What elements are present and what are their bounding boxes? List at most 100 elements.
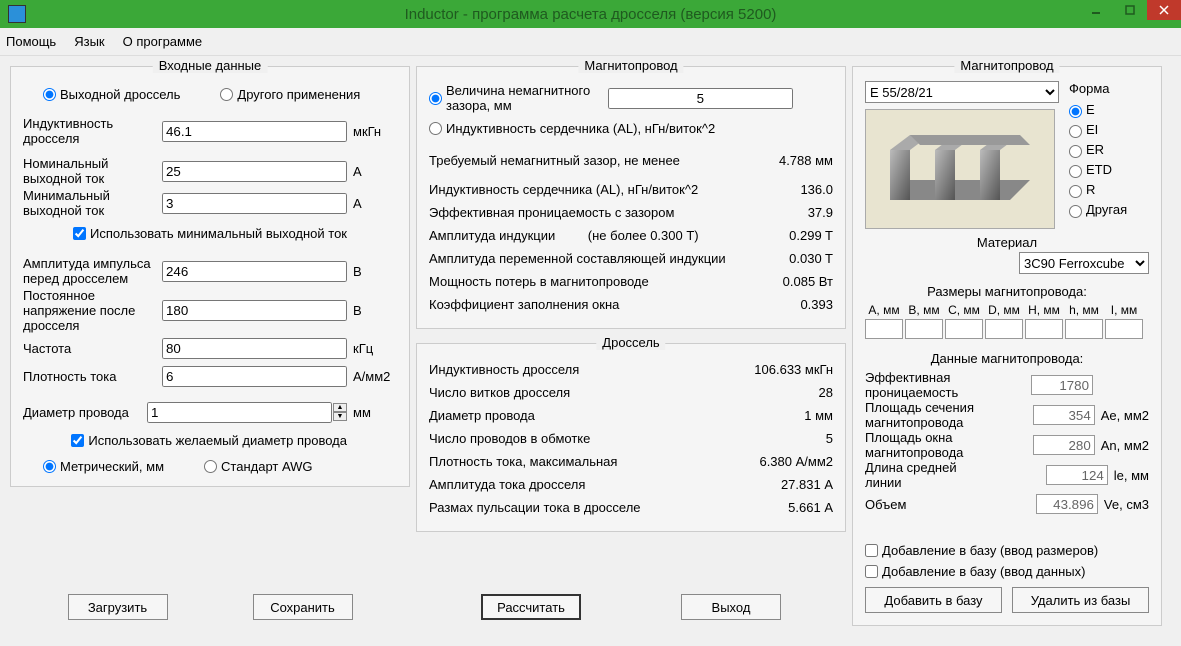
dim-c[interactable] [945,319,983,339]
jmax-value: 6.380 А/мм2 [759,454,833,469]
dim-d[interactable] [985,319,1023,339]
radio-metric[interactable]: Метрический, мм [43,459,164,474]
dim-i[interactable] [1105,319,1143,339]
inductance-input[interactable] [162,121,347,142]
menu-help[interactable]: Помощь [6,34,56,49]
calc-button[interactable]: Рассчитать [481,594,581,620]
material-select[interactable]: 3C90 Ferroxcube [1019,252,1149,274]
dim-title: Размеры магнитопровода: [865,284,1149,299]
material-label: Материал [865,235,1149,250]
core-select[interactable]: E 55/28/21 [865,81,1059,103]
j-input[interactable] [162,366,347,387]
strands-value: 5 [826,431,833,446]
load-button[interactable]: Загрузить [68,594,168,620]
pulse-label: Амплитуда импульса перед дросселем [23,256,162,286]
exit-button[interactable]: Выход [681,594,781,620]
req-gap-label: Требуемый немагнитный зазор, не менее [429,153,680,168]
data-title: Данные магнитопровода: [865,351,1149,366]
shape-ei[interactable]: EI [1069,122,1098,137]
ae-label: Площадь сечения магнитопровода [865,400,985,430]
add-to-db-button[interactable]: Добавить в базу [865,587,1002,613]
inductance-label: Индуктивность дросселя [23,116,162,146]
al-value: 136.0 [800,182,833,197]
core-select-panel: Магнитопровод E 55/28/21 [852,66,1162,626]
bmax-note: (не более 0.300 T) [588,228,699,243]
le-label: Длина средней линии [865,460,985,490]
mu-value[interactable] [1031,375,1093,395]
vdc-input[interactable] [162,300,347,321]
dim-a[interactable] [865,319,903,339]
radio-awg[interactable]: Стандарт AWG [204,459,313,474]
inom-input[interactable] [162,161,347,182]
radio-output-inductor[interactable]: Выходной дроссель [43,87,180,102]
jmax-label: Плотность тока, максимальная [429,454,617,469]
shape-label: Форма [1069,81,1149,96]
mu-label: Эффективная проницаемость [865,370,985,400]
wdia-value: 1 мм [804,408,833,423]
close-button[interactable] [1147,0,1181,20]
dwire-up[interactable]: ▲ [333,403,347,412]
shape-e[interactable]: E [1069,102,1095,117]
use-imin-checkbox[interactable]: Использовать минимальный выходной ток [73,226,347,241]
turns-label: Число витков дросселя [429,385,570,400]
freq-label: Частота [23,341,162,356]
radio-other-use[interactable]: Другого применения [220,87,360,102]
dwire-input[interactable] [147,402,332,423]
input-panel: Входные данные Выходной дроссель Другого… [10,66,410,487]
maximize-button[interactable] [1113,0,1147,20]
vdc-label: Постоянное напряжение после дросселя [23,288,162,333]
ipk-label: Амплитуда тока дросселя [429,477,585,492]
core-calc-legend: Магнитопровод [578,58,683,73]
pulse-input[interactable] [162,261,347,282]
core-calc-panel: Магнитопровод Величина немагнитного зазо… [416,66,846,329]
shape-er[interactable]: ER [1069,142,1104,157]
menu-lang[interactable]: Язык [74,34,104,49]
an-value[interactable] [1033,435,1095,455]
strands-label: Число проводов в обмотке [429,431,590,446]
kfill-label: Коэффициент заполнения окна [429,297,619,312]
inductor-panel: Дроссель Индуктивность дросселя106.633 м… [416,343,846,532]
irip-value: 5.661 А [788,500,833,515]
add-data-checkbox[interactable]: Добавление в базу (ввод данных) [865,564,1149,579]
shape-r[interactable]: R [1069,182,1095,197]
turns-value: 28 [819,385,833,400]
menu-about[interactable]: О программе [123,34,203,49]
window-title: Inductor - программа расчета дросселя (в… [405,6,777,23]
req-gap-value: 4.788 мм [779,153,833,168]
use-dwire-checkbox[interactable]: Использовать желаемый диаметр провода [71,433,347,448]
input-legend: Входные данные [153,58,268,73]
al-label: Индуктивность сердечника (AL), нГн/виток… [429,182,698,197]
ve-value[interactable] [1036,494,1098,514]
mu-eff-label: Эффективная проницаемость с зазором [429,205,674,220]
kfill-value: 0.393 [800,297,833,312]
title-bar: Inductor - программа расчета дросселя (в… [0,0,1181,28]
del-from-db-button[interactable]: Удалить из базы [1012,587,1149,613]
dim-h-small[interactable] [1065,319,1103,339]
imin-label: Минимальный выходной ток [23,188,162,218]
wdia-label: Диаметр провода [429,408,535,423]
inductor-legend: Дроссель [596,335,665,350]
bmax-value: 0.299 T [789,228,833,243]
dim-h-big[interactable] [1025,319,1063,339]
core-image [865,109,1055,229]
freq-input[interactable] [162,338,347,359]
menu-bar: Помощь Язык О программе [0,28,1181,56]
minimize-button[interactable] [1079,0,1113,20]
dwire-down[interactable]: ▼ [333,412,347,421]
ae-value[interactable] [1033,405,1095,425]
radio-gap[interactable]: Величина немагнитного зазора, мм [429,83,608,113]
add-dim-checkbox[interactable]: Добавление в базу (ввод размеров) [865,543,1149,558]
shape-other[interactable]: Другая [1069,202,1127,217]
le-value[interactable] [1046,465,1108,485]
shape-etd[interactable]: ETD [1069,162,1112,177]
mu-eff-value: 37.9 [808,205,833,220]
bac-label: Амплитуда переменной составляющей индукц… [429,251,726,266]
inom-label: Номинальный выходной ток [23,156,162,186]
imin-input[interactable] [162,193,347,214]
gap-input[interactable] [608,88,793,109]
ve-label: Объем [865,497,985,512]
ipk-value: 27.831 А [781,477,833,492]
save-button[interactable]: Сохранить [253,594,353,620]
radio-al[interactable]: Индуктивность сердечника (AL), нГн/виток… [429,121,715,136]
dim-b[interactable] [905,319,943,339]
